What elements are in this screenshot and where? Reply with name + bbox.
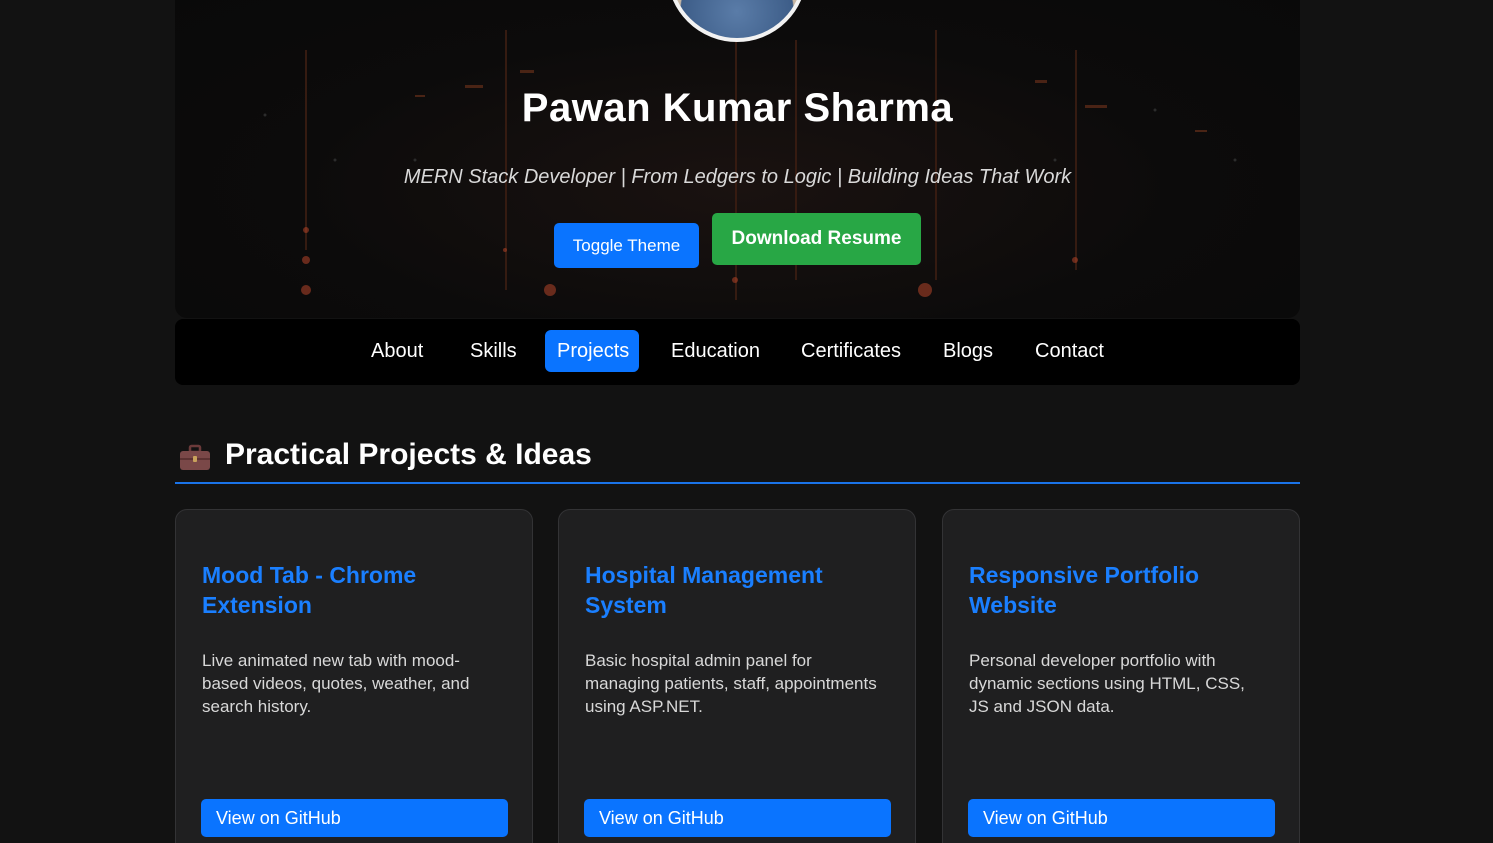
section-title: Practical Projects & Ideas bbox=[225, 438, 592, 471]
profile-tagline: MERN Stack Developer | From Ledgers to L… bbox=[403, 166, 1072, 188]
view-on-github-button[interactable]: View on GitHub bbox=[584, 799, 891, 837]
nav-item-skills[interactable]: Skills bbox=[458, 330, 529, 372]
download-resume-button[interactable]: Download Resume bbox=[712, 213, 921, 265]
project-title[interactable]: Responsive Portfolio Website bbox=[969, 560, 1269, 620]
projects-section-header: Practical Projects & Ideas bbox=[175, 436, 1300, 484]
project-card: Mood Tab - Chrome Extension Live animate… bbox=[175, 509, 533, 843]
project-description: Live animated new tab with mood-based vi… bbox=[202, 651, 470, 716]
toggle-theme-button[interactable]: Toggle Theme bbox=[554, 223, 699, 268]
project-card: Responsive Portfolio Website Personal de… bbox=[942, 509, 1300, 843]
project-card: Hospital Management System Basic hospita… bbox=[558, 509, 916, 843]
project-title[interactable]: Mood Tab - Chrome Extension bbox=[202, 560, 502, 620]
nav-item-contact[interactable]: Contact bbox=[1023, 330, 1116, 372]
view-on-github-button[interactable]: View on GitHub bbox=[968, 799, 1275, 837]
view-on-github-button[interactable]: View on GitHub bbox=[201, 799, 508, 837]
nav-item-education[interactable]: Education bbox=[659, 330, 772, 372]
main-nav: About Skills Projects Education Certific… bbox=[175, 319, 1300, 385]
project-description: Basic hospital admin panel for managing … bbox=[585, 651, 877, 716]
hero-banner: Pawan Kumar Sharma MERN Stack Developer … bbox=[175, 0, 1300, 318]
project-title[interactable]: Hospital Management System bbox=[585, 560, 885, 620]
profile-name: Pawan Kumar Sharma bbox=[521, 86, 954, 130]
hero-background-graphic bbox=[263, 20, 1237, 300]
nav-item-about[interactable]: About bbox=[359, 330, 435, 372]
nav-item-projects[interactable]: Projects bbox=[545, 330, 639, 372]
nav-item-blogs[interactable]: Blogs bbox=[931, 330, 1005, 372]
nav-item-certificates[interactable]: Certificates bbox=[789, 330, 913, 372]
project-description: Personal developer portfolio with dynami… bbox=[969, 651, 1245, 716]
portfolio-page: Pawan Kumar Sharma MERN Stack Developer … bbox=[0, 0, 1493, 843]
briefcase-icon bbox=[180, 444, 210, 470]
